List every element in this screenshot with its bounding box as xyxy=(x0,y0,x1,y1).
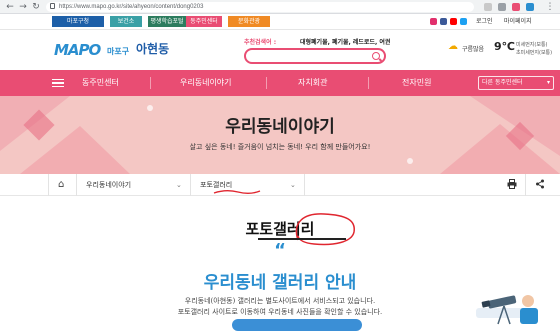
page-title: 포토갤러리 xyxy=(245,220,315,238)
mapo-logo[interactable]: MAPO xyxy=(54,41,101,59)
instagram-icon[interactable] xyxy=(430,18,437,25)
hamburger-menu-icon[interactable] xyxy=(52,79,64,87)
breadcrumb-item-neighborhood-story[interactable]: 우리동네이야기 xyxy=(86,174,131,196)
back-icon[interactable]: ← xyxy=(4,1,16,13)
print-icon[interactable] xyxy=(507,179,517,189)
forward-icon[interactable]: → xyxy=(17,1,29,13)
breadcrumb-divider xyxy=(525,174,526,196)
red-circle-annotation xyxy=(295,213,355,246)
nav-divider xyxy=(266,77,267,89)
chevron-down-icon[interactable]: ⌄ xyxy=(290,174,296,196)
nav-divider xyxy=(368,77,369,89)
extension-icon[interactable] xyxy=(484,3,492,11)
share-icon[interactable] xyxy=(535,179,545,189)
other-dong-select-label: 다른 동주민센터 xyxy=(482,79,523,86)
extension-icon[interactable] xyxy=(512,3,520,11)
site-tab-3[interactable]: 동주민센터 xyxy=(186,16,222,27)
browser-address-bar: ← → ↻ https://www.mapo.go.kr/site/ahyeon… xyxy=(0,0,560,14)
login-link[interactable]: 로그인 xyxy=(476,16,493,27)
weather-temperature: 9℃ xyxy=(494,40,515,53)
site-family-strip: 마포구청 보건소 평생학습포털 동주민센터 문화관광 로그인 마이페이지 xyxy=(0,14,560,30)
facebook-icon[interactable] xyxy=(440,18,447,25)
logo-dong-name[interactable]: 아현동 xyxy=(136,40,169,57)
breadcrumb-divider xyxy=(304,174,305,196)
mypage-link[interactable]: 마이페이지 xyxy=(504,16,532,27)
more-icon[interactable]: ⋮ xyxy=(544,1,556,13)
quote-mark-icon: “ xyxy=(274,240,286,261)
nav-divider xyxy=(150,77,151,89)
url-text: https://www.mapo.go.kr/site/ahyeon/conte… xyxy=(59,4,204,10)
breadcrumb-divider xyxy=(76,174,77,196)
nav-item-e-civil-service[interactable]: 전자민원 xyxy=(402,70,431,96)
recommend-keywords[interactable]: 대형폐기물, 폐기물, 레드로드, 여권 xyxy=(300,37,390,46)
site-header: MAPO 마포구 아현동 추천검색어 : 대형폐기물, 폐기물, 레드로드, 여… xyxy=(0,30,560,70)
blog-icon[interactable] xyxy=(460,18,467,25)
go-to-gallery-button[interactable] xyxy=(232,319,362,331)
ultrafine-dust-status: 초미세먼지(보통) xyxy=(516,50,553,56)
red-underline-annotation xyxy=(213,190,261,194)
chevron-down-icon: ▾ xyxy=(546,79,550,86)
weather-state: 구름많음 xyxy=(462,46,485,53)
nav-item-autonomy-hall[interactable]: 자치회관 xyxy=(298,70,327,96)
extension-icon[interactable] xyxy=(498,3,506,11)
title-underline xyxy=(258,238,346,240)
gallery-title: 우리동네 갤러리 안내 xyxy=(203,273,357,293)
main-navigation: 동주민센터 우리동네이야기 자치회관 전자민원 다른 동주민센터 ▾ xyxy=(0,70,560,96)
youtube-icon[interactable] xyxy=(450,18,457,25)
lock-icon xyxy=(50,3,55,9)
site-tab-1[interactable]: 보건소 xyxy=(110,16,142,27)
search-input[interactable] xyxy=(244,48,386,64)
hero-subtitle: 살고 싶은 동네! 즐거움이 넘치는 동네! 우리 함께 만들어가요! xyxy=(189,143,371,151)
breadcrumb-divider xyxy=(190,174,191,196)
chevron-down-icon[interactable]: ⌄ xyxy=(176,174,182,196)
extension-icon[interactable] xyxy=(526,3,534,11)
telescope-illustration xyxy=(476,295,538,325)
nav-item-community-center[interactable]: 동주민센터 xyxy=(82,70,119,96)
hero-title: 우리동네이야기 xyxy=(225,117,335,137)
site-tab-2[interactable]: 평생학습포털 xyxy=(148,16,186,27)
nav-item-neighborhood-story[interactable]: 우리동네이야기 xyxy=(180,70,232,96)
other-dong-select[interactable]: 다른 동주민센터 ▾ xyxy=(478,76,554,90)
site-tab-0[interactable]: 마포구청 xyxy=(52,16,104,27)
search-icon[interactable] xyxy=(372,52,380,60)
home-icon[interactable]: ⌂ xyxy=(58,179,64,190)
site-tab-4[interactable]: 문화관광 xyxy=(228,16,270,27)
cloudy-weather-icon: ☁ xyxy=(448,41,458,52)
breadcrumb-divider xyxy=(48,174,49,196)
reload-icon[interactable]: ↻ xyxy=(30,1,42,13)
url-field[interactable]: https://www.mapo.go.kr/site/ahyeon/conte… xyxy=(46,2,474,12)
logo-district: 마포구 xyxy=(107,47,130,56)
fine-dust-status: 미세먼지(보통) xyxy=(516,42,548,48)
recommend-label: 추천검색어 : xyxy=(244,39,277,46)
hero-banner: 우리동네이야기 살고 싶은 동네! 즐거움이 넘치는 동네! 우리 함께 만들어… xyxy=(0,96,560,174)
breadcrumb: ⌂ 우리동네이야기 ⌄ 포토갤러리 ⌄ xyxy=(0,174,560,196)
